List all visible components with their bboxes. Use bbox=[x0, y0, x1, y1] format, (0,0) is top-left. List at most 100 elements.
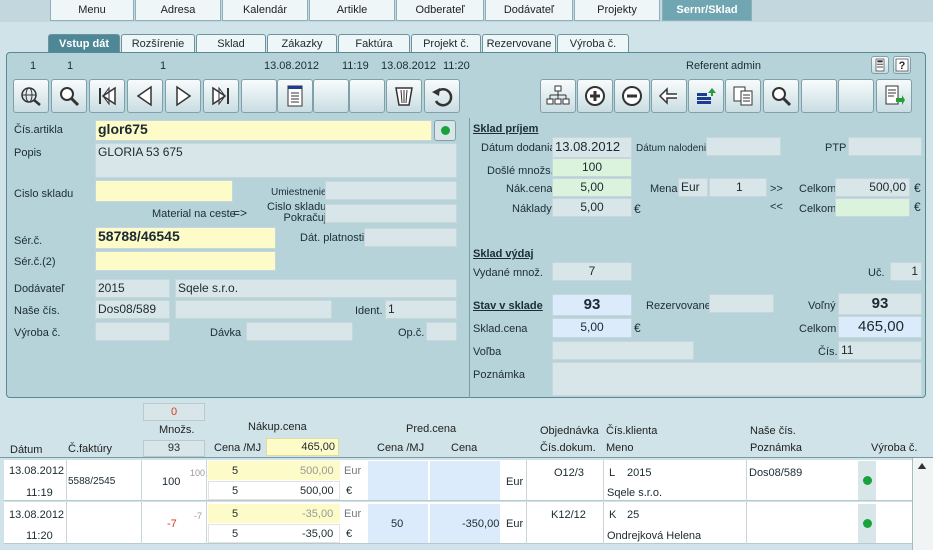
back-arrow[interactable]: << bbox=[770, 201, 783, 213]
row1-status[interactable] bbox=[858, 461, 876, 500]
status-button[interactable] bbox=[434, 120, 456, 141]
tab-menu[interactable]: Menu bbox=[50, 0, 134, 21]
cislo-skladu2-field[interactable] bbox=[325, 204, 457, 223]
stav-field[interactable]: 93 bbox=[552, 294, 632, 316]
vydane-field[interactable]: 7 bbox=[552, 262, 632, 281]
dodavatel-name-field[interactable]: Sqele s.r.o. bbox=[175, 279, 457, 298]
search-button[interactable] bbox=[51, 79, 87, 113]
grid-pred-cena-mj-label: Cena /MJ bbox=[377, 442, 425, 454]
tab-projekty[interactable]: Projekty bbox=[574, 0, 660, 21]
umiestnenie-field[interactable] bbox=[325, 181, 457, 200]
empty-button[interactable] bbox=[838, 79, 874, 113]
search-button-2[interactable] bbox=[763, 79, 799, 113]
copy-docs-button[interactable] bbox=[725, 79, 761, 113]
export-button[interactable] bbox=[876, 79, 912, 113]
ser-field[interactable]: 58788/46545 bbox=[95, 227, 276, 249]
empty-button[interactable] bbox=[801, 79, 837, 113]
cis-artikla-field[interactable]: glor675 bbox=[95, 120, 432, 141]
dodavatel-cis-field[interactable]: 2015 bbox=[95, 279, 170, 298]
col-sep bbox=[746, 460, 747, 544]
last-record-button[interactable] bbox=[203, 79, 239, 113]
ser2-label: Sér.č.(2) bbox=[14, 256, 56, 268]
tree-button[interactable] bbox=[540, 79, 576, 113]
celkom-field[interactable]: 500,00 bbox=[835, 178, 910, 197]
help-button[interactable]: ? bbox=[893, 56, 911, 74]
stack-up-button[interactable] bbox=[688, 79, 724, 113]
row1-tot1: 500,00 bbox=[300, 465, 334, 477]
ident-field[interactable]: 1 bbox=[385, 300, 457, 319]
rezerv-field[interactable] bbox=[709, 294, 774, 313]
subtab-rezervovane[interactable]: Rezervovane bbox=[482, 34, 556, 53]
calculator-button[interactable] bbox=[871, 56, 889, 74]
tab-odberatel[interactable]: Odberateľ bbox=[396, 0, 484, 21]
col-sep bbox=[526, 460, 527, 544]
empty-button[interactable] bbox=[349, 79, 385, 113]
opc-field[interactable] bbox=[426, 322, 457, 341]
document-list-button[interactable] bbox=[277, 79, 313, 113]
volba-field[interactable] bbox=[552, 341, 694, 360]
tab-dodavatel[interactable]: Dodávateľ bbox=[485, 0, 573, 21]
subtab-zakazky[interactable]: Zákazky bbox=[267, 34, 337, 53]
cislo-skladu-field[interactable] bbox=[95, 180, 233, 202]
dosle-field[interactable]: 100 bbox=[552, 158, 632, 177]
row1-klient-type: L bbox=[609, 467, 616, 479]
row2-status[interactable] bbox=[858, 504, 876, 543]
grid-top-count: 0 bbox=[143, 403, 205, 421]
subtab-rozsirenie[interactable]: Rozšírenie bbox=[121, 34, 195, 53]
globe-search-button[interactable] bbox=[13, 79, 49, 113]
datum-dodania-field[interactable]: 13.08.2012 bbox=[552, 137, 632, 158]
tab-artikle[interactable]: Artikle bbox=[309, 0, 395, 21]
celkom2-field[interactable] bbox=[835, 198, 910, 217]
ptp-field[interactable] bbox=[848, 137, 922, 156]
row1-obj: O12/3 bbox=[554, 467, 584, 479]
nase-cis-extra-field[interactable] bbox=[175, 300, 332, 319]
sklad-cena-field[interactable]: 5,00 bbox=[552, 318, 632, 338]
vyroba-field[interactable] bbox=[95, 322, 170, 341]
tab-adresa[interactable]: Adresa bbox=[135, 0, 221, 21]
grid-pred-label: Pred.cena bbox=[406, 423, 457, 435]
grid-scrollbar[interactable] bbox=[912, 458, 933, 550]
tab-kalendar[interactable]: Kalendár bbox=[222, 0, 308, 21]
add-button[interactable] bbox=[577, 79, 613, 113]
prev-record-button[interactable] bbox=[127, 79, 163, 113]
next-record-button[interactable] bbox=[165, 79, 201, 113]
first-record-button[interactable] bbox=[89, 79, 125, 113]
cis-field[interactable]: 11 bbox=[838, 341, 922, 360]
datum-nalodenia-field[interactable] bbox=[706, 137, 781, 156]
remove-button[interactable] bbox=[614, 79, 650, 113]
subtab-projekt[interactable]: Projekt č. bbox=[411, 34, 481, 53]
uct-field[interactable]: 1 bbox=[890, 262, 922, 281]
ser2-field[interactable] bbox=[95, 251, 276, 271]
undo-button[interactable] bbox=[424, 79, 460, 113]
nase-cis-label: Naše čís. bbox=[14, 305, 60, 317]
trash-button[interactable] bbox=[386, 79, 422, 113]
mena-value-field[interactable]: 1 bbox=[709, 178, 767, 197]
naklady-field[interactable]: 5,00 bbox=[552, 198, 632, 217]
stav-celkom-field[interactable]: 465,00 bbox=[838, 316, 922, 338]
tab-sernr-sklad[interactable]: Sernr/Sklad bbox=[662, 0, 752, 21]
grid-cis-dokum-label: Čís.dokum. bbox=[540, 442, 596, 454]
volny-field[interactable]: 93 bbox=[838, 293, 922, 315]
subtab-vyroba[interactable]: Výroba č. bbox=[557, 34, 629, 53]
forward-arrow[interactable]: >> bbox=[770, 183, 783, 195]
arrow-back-button[interactable] bbox=[651, 79, 687, 113]
mena-field[interactable]: Eur bbox=[678, 178, 708, 197]
popis-field[interactable]: GLORIA 53 675 bbox=[95, 143, 457, 178]
davka-field[interactable] bbox=[246, 322, 353, 341]
header-time2: 11:20 bbox=[443, 60, 470, 72]
subtab-faktura[interactable]: Faktúra bbox=[338, 34, 410, 53]
dat-platnosti-field[interactable] bbox=[364, 228, 457, 247]
row2-pred-cena: -350,00 bbox=[462, 518, 500, 530]
subtab-sklad[interactable]: Sklad bbox=[196, 34, 266, 53]
davka-label: Dávka bbox=[210, 327, 242, 339]
scroll-up-icon[interactable] bbox=[915, 460, 929, 472]
subtab-vstup-dat[interactable]: Vstup dát bbox=[48, 34, 120, 54]
poznamka-field[interactable] bbox=[552, 362, 922, 396]
vydaj-title: Sklad výdaj bbox=[473, 248, 534, 260]
row1-tot2: 500,00 bbox=[300, 485, 334, 497]
nase-cis-field[interactable]: Dos08/589 bbox=[95, 300, 170, 319]
grid-mnozs-total: 93 bbox=[143, 440, 205, 457]
empty-button[interactable] bbox=[313, 79, 349, 113]
nak-cena-field[interactable]: 5,00 bbox=[552, 178, 632, 197]
empty-button[interactable] bbox=[241, 79, 277, 113]
